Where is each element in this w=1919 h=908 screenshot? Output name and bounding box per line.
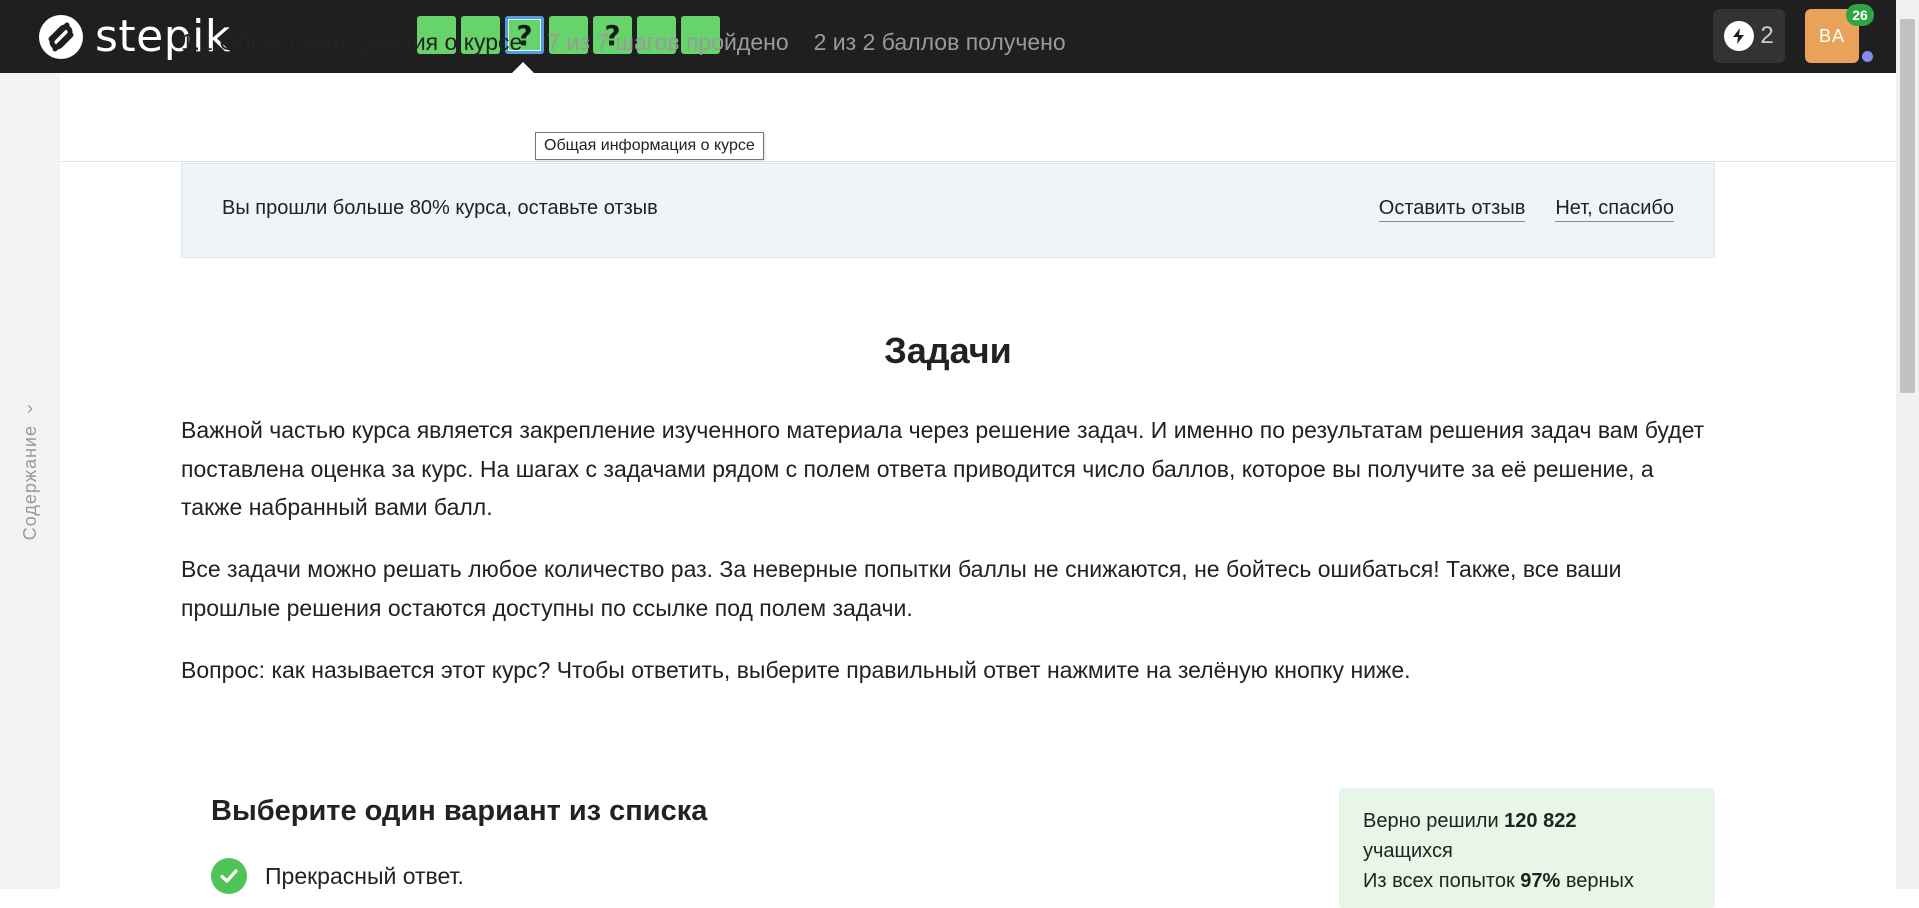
lesson-progress: 7 из 7 шагов пройдено [547,29,789,55]
review-banner: Вы прошли больше 80% курса, оставьте отз… [181,163,1715,258]
solved-line: Верно решили 120 822 [1363,806,1691,836]
lightning-icon [1724,21,1755,51]
no-thanks-link[interactable]: Нет, спасибо [1555,197,1674,222]
quiz-title: Выберите один вариант из списка [211,795,708,827]
solved-prefix: Верно решили [1363,810,1505,832]
leave-review-link[interactable]: Оставить отзыв [1378,197,1526,222]
toc-label: Содержание [19,425,40,541]
energy-button[interactable]: 2 [1713,9,1785,63]
solved-count: 120 822 [1504,810,1577,832]
active-step-pointer [512,62,534,73]
paragraph-3: Вопрос: как называется этот курс? Чтобы … [181,657,1411,683]
lesson-title[interactable]: 1.1 Общая информация о курсе [181,29,522,56]
lesson-header [60,73,1896,162]
section-heading: Задачи [884,330,1012,371]
lesson-title-row: 1.1 Общая информация о курсе 7 из 7 шаго… [181,29,1066,56]
stepik-logo-icon [39,15,83,59]
online-status-dot [1862,51,1873,62]
solve-stats: Верно решили 120 822 учащихся Из всех по… [1339,788,1715,908]
solved-suffix: учащихся [1363,840,1453,862]
notification-badge[interactable]: 26 [1846,4,1874,26]
paragraph-1: Важной частью курса является закрепление… [181,417,1705,520]
quiz-option-label: Прекрасный ответ. [265,862,464,889]
scrollbar-thumb[interactable] [1900,19,1915,393]
banner-actions: Оставить отзыв Нет, спасибо [1378,197,1674,222]
energy-count: 2 [1760,22,1774,49]
chevron-right-icon: › [27,398,33,418]
banner-text: Вы прошли больше 80% курса, оставьте отз… [222,197,658,219]
attempts-line: Из всех попыток 97% верных [1363,866,1691,896]
left-sidebar: › Содержание [0,73,60,889]
lesson-score: 2 из 2 баллов получено [813,29,1066,55]
step-tooltip: Общая информация о курсе [535,132,764,160]
paragraph-2: Все задачи можно решать любое количество… [181,556,1622,621]
toc-toggle[interactable]: › Содержание [17,399,43,559]
